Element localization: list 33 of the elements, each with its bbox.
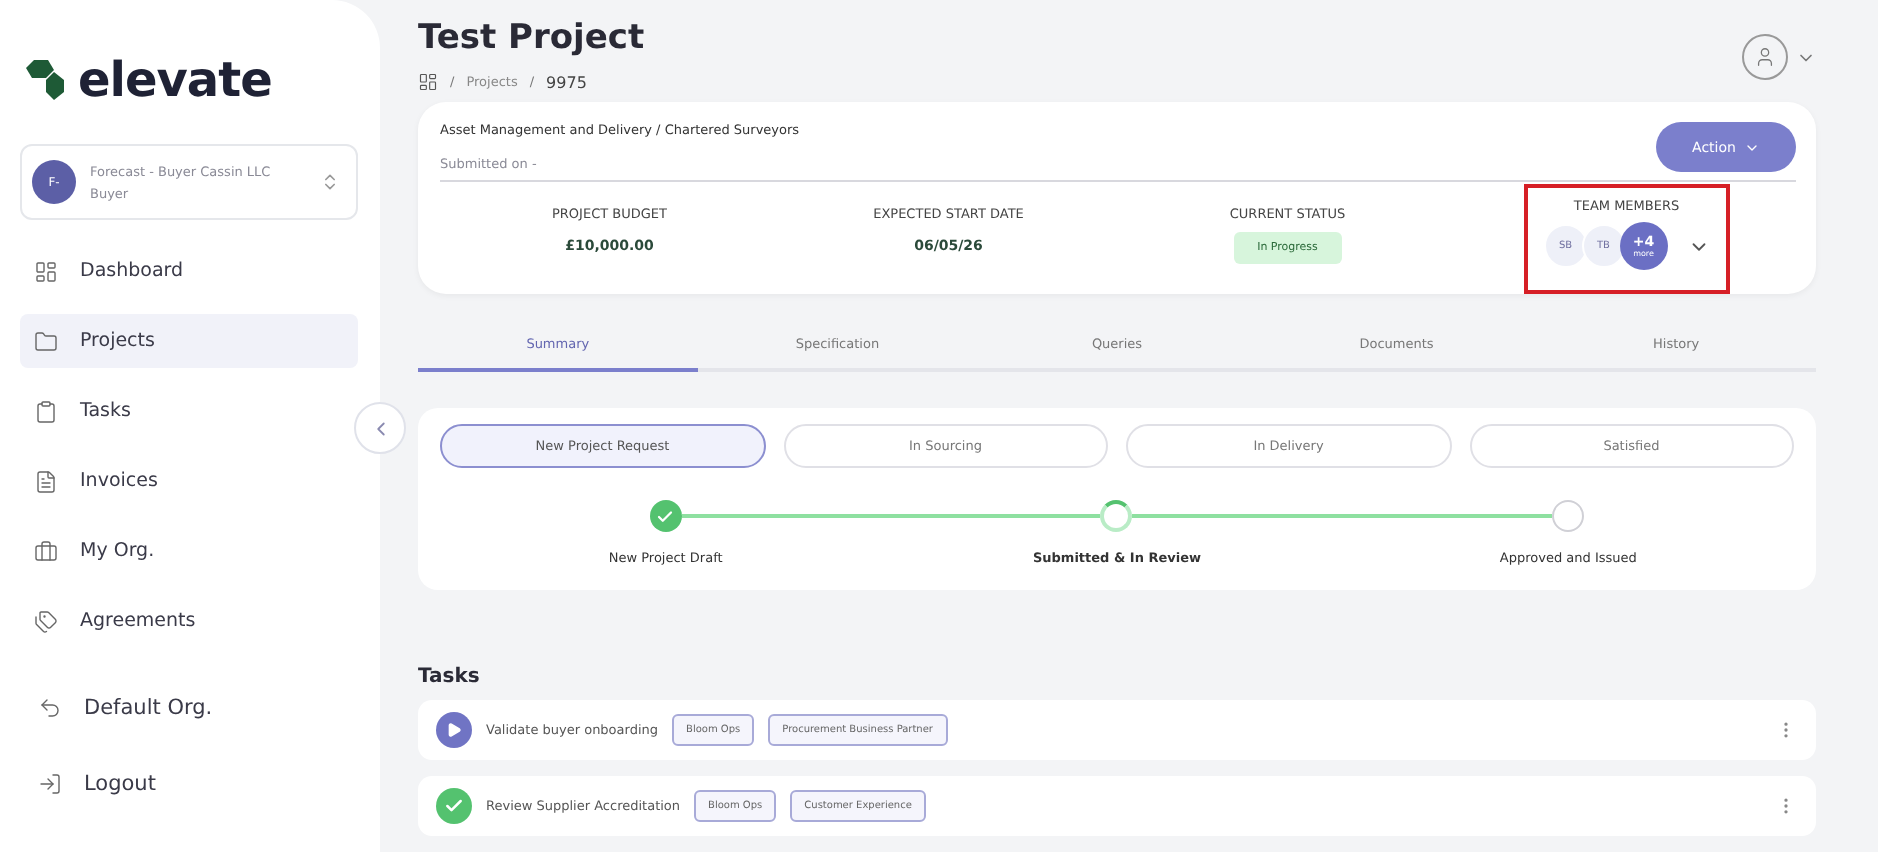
up-down-chevron-icon bbox=[320, 172, 340, 192]
sidebar-item[interactable]: Dashboard bbox=[20, 244, 358, 298]
briefcase-icon bbox=[34, 539, 58, 563]
sidebar-item[interactable]: Tasks bbox=[20, 384, 358, 438]
clipboard-icon bbox=[34, 399, 58, 423]
sidebar-item[interactable]: My Org. bbox=[20, 524, 358, 578]
sidebar-item[interactable]: Projects bbox=[20, 314, 358, 368]
user-menu-button[interactable] bbox=[1742, 34, 1816, 80]
sidebar-item-label: Invoices bbox=[80, 470, 158, 492]
section-title: Tasks bbox=[418, 666, 482, 688]
logout-icon bbox=[38, 772, 62, 796]
user-icon bbox=[1754, 46, 1776, 68]
sidebar-footer-item[interactable]: Default Org. bbox=[20, 688, 358, 728]
sidebar-footer-item[interactable]: Logout bbox=[20, 764, 358, 804]
logo-icon bbox=[26, 58, 66, 102]
dashboard-icon bbox=[34, 259, 58, 283]
dashboard-icon[interactable] bbox=[418, 72, 438, 92]
brand-name: elevate bbox=[78, 52, 272, 108]
folder-icon bbox=[34, 329, 58, 353]
sidebar-item-label: My Org. bbox=[80, 540, 155, 562]
sidebar-item-label: Agreements bbox=[80, 610, 196, 632]
page-title: Test Project bbox=[418, 18, 645, 58]
sidebar-item-label: Projects bbox=[80, 330, 155, 352]
sidebar-item-label: Dashboard bbox=[80, 260, 184, 282]
breadcrumb-link[interactable]: 9975 bbox=[546, 73, 587, 91]
sidebar-item[interactable]: Invoices bbox=[20, 454, 358, 508]
sidebar-item-label: Tasks bbox=[80, 400, 131, 422]
tag-icon bbox=[34, 609, 58, 633]
sidebar-item[interactable]: Agreements bbox=[20, 594, 358, 648]
sidebar-item-label: Logout bbox=[84, 772, 156, 796]
sidebar-item-label: Default Org. bbox=[84, 696, 213, 720]
document-icon bbox=[34, 469, 58, 493]
undo-arrow-icon bbox=[38, 696, 62, 720]
